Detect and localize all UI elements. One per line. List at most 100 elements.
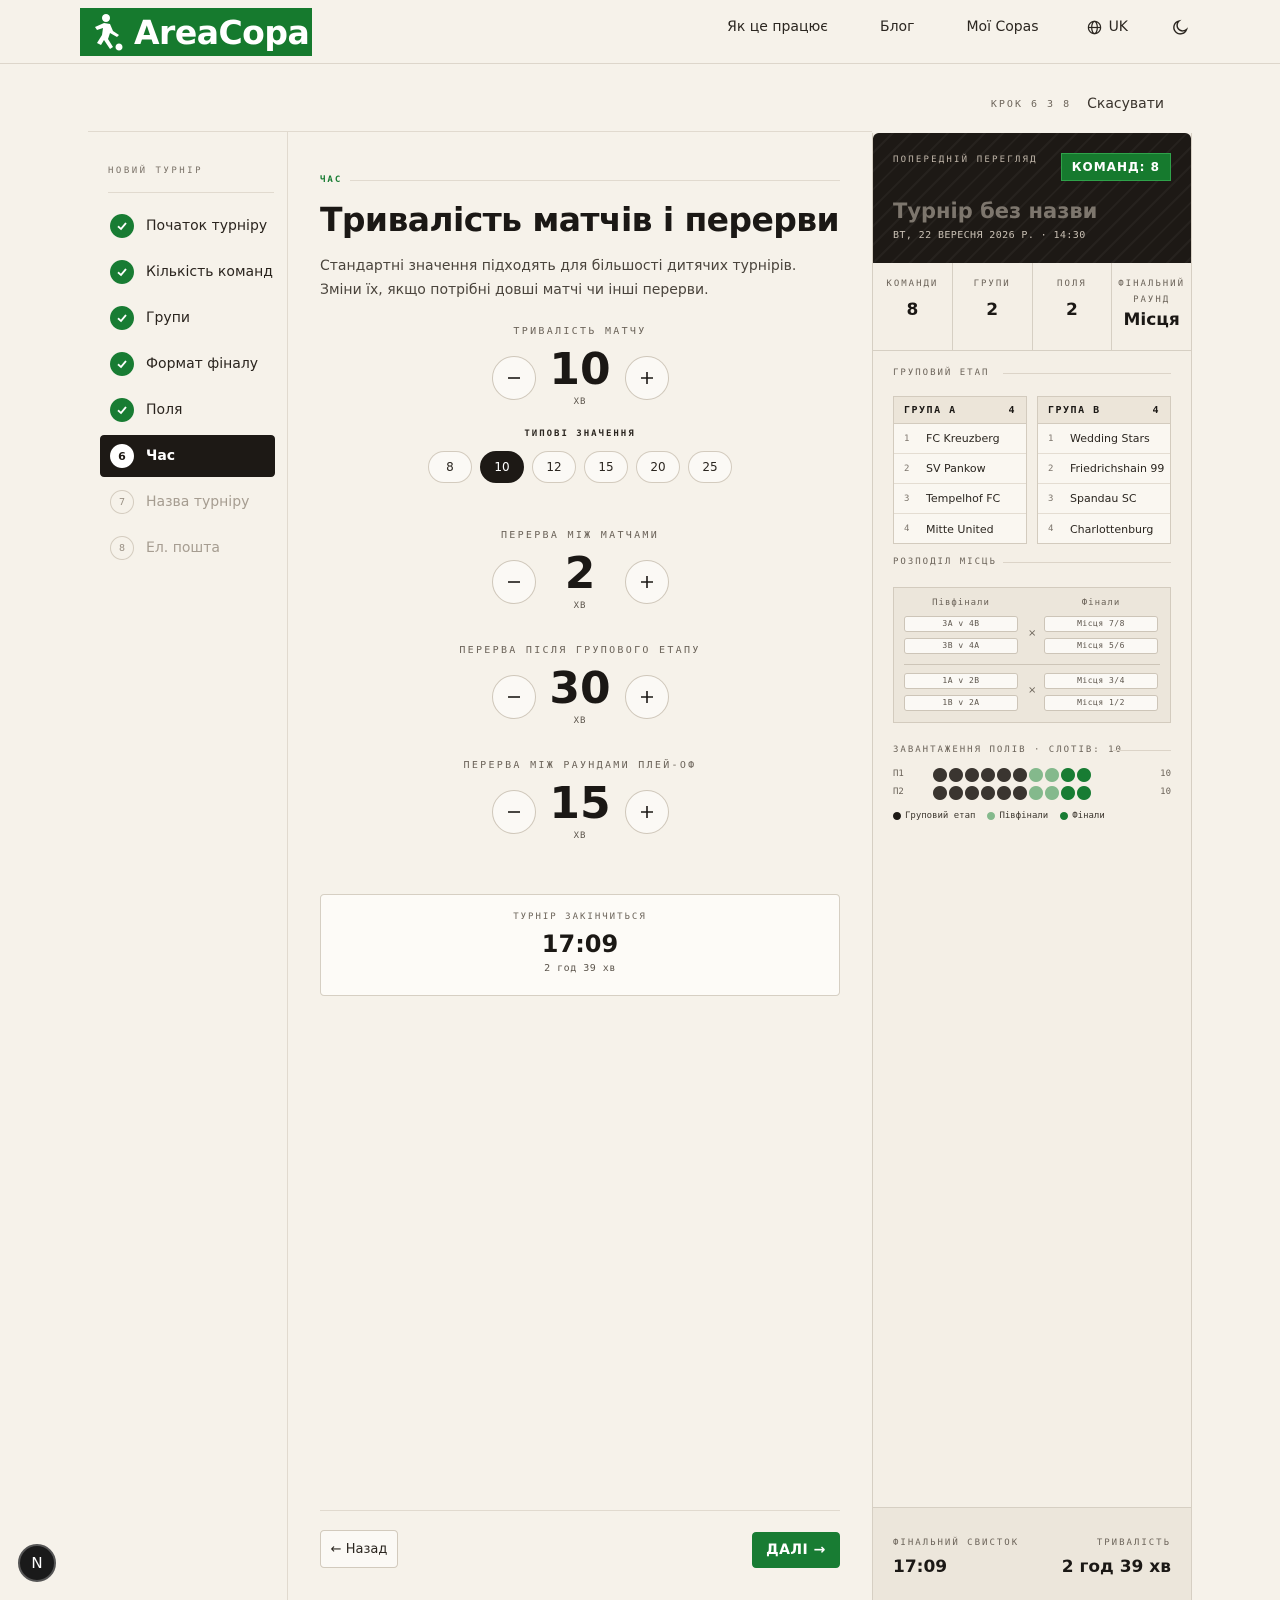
group-header: ГРУПА А 4 [894,397,1026,424]
legend-dot [987,812,996,820]
break-between-stepper: 2 ХВ [320,548,840,619]
step-item-final-format[interactable]: Формат фіналу [100,343,275,385]
final-match: Місця 3/4 [1044,673,1158,689]
break-after-group-increment-button[interactable] [625,675,669,719]
step-item-groups[interactable]: Групи [100,297,275,339]
field-row-1: П1 10 [893,768,1171,782]
field-name: П1 [893,769,904,779]
slot-legend: Груповий етап Півфінали Фінали [893,811,1105,821]
finish-label: ТУРНІР ЗАКІНЧИТЬСЯ [513,912,647,922]
break-after-group-value: 30 [549,663,611,714]
preset-chip-selected[interactable]: 10 [480,451,524,483]
match-duration-unit: ХВ [573,397,587,407]
preview-date: ВТ, 22 ВЕРЕСНЯ 2026 Р. · 14:30 [893,230,1086,241]
field-name: П2 [893,787,904,797]
match-duration-increment-button[interactable] [625,356,669,400]
vs-icon: × [1028,628,1037,639]
check-icon [110,352,134,376]
preset-chip[interactable]: 25 [688,451,732,483]
preset-chip[interactable]: 12 [532,451,576,483]
sidebar-title: НОВИЙ ТУРНІР [108,166,204,176]
break-after-group-label: ПЕРЕРВА ПІСЛЯ ГРУПОВОГО ЕТАПУ [459,645,701,656]
final-match: Місця 5/6 [1044,638,1158,654]
slot-dot-group [949,786,963,800]
preview-title: Турнір без назви [893,199,1098,223]
stat-label: КОМАНДИ [886,279,939,289]
step-counter: КРОК 6 З 8 [990,98,1072,110]
plus-icon [641,372,653,384]
step-number: 6 [110,444,134,468]
step-item-fields[interactable]: Поля [100,389,275,431]
footer-divider [320,1510,840,1511]
nav-my-copas[interactable]: Мої Copas [966,19,1038,35]
language-switcher[interactable]: UK [1087,19,1128,35]
slot-dot-group [1013,786,1027,800]
check-icon [110,306,134,330]
logo[interactable]: AreaCopa [80,8,312,56]
bracket-divider [904,664,1160,665]
step-item-start[interactable]: Початок турніру [100,205,275,247]
wizard-sidebar: НОВИЙ ТУРНІР Початок турніру Кількість к… [88,132,288,1600]
legend-finals: Фінали [1060,811,1105,821]
preview-footer: ФІНАЛЬНИЙ СВИСТОК 17:09 ТРИВАЛІСТЬ 2 год… [873,1507,1191,1600]
final-match: Місця 7/8 [1044,616,1158,632]
break-between-increment-button[interactable] [625,560,669,604]
legend-group: Груповий етап [893,811,975,821]
slot-dot-group [933,768,947,782]
step-label: Групи [146,310,190,326]
minus-icon [508,377,520,379]
preset-chip[interactable]: 20 [636,451,680,483]
minus-icon [508,581,520,583]
step-label: Кількість команд [146,264,273,280]
steps-list: Початок турніру Кількість команд Групи Ф… [100,205,275,573]
step-item-email[interactable]: 8 Ел. пошта [100,527,275,569]
back-button[interactable]: ← Назад [320,1530,398,1568]
section-divider [1003,562,1171,563]
dev-tools-button[interactable]: N [18,1544,56,1582]
team-row: 4 Charlottenburg [1048,522,1154,536]
team-row: 2 Friedrichshain 99 [1038,454,1170,484]
team-row: 4 Mitte United [904,522,994,536]
moon-icon[interactable] [1172,18,1190,36]
step-item-team-count[interactable]: Кількість команд [100,251,275,293]
stat-label: ПОЛЯ [1057,279,1087,289]
preset-chip[interactable]: 15 [584,451,628,483]
step-label: Час [146,448,176,464]
break-playoff-label: ПЕРЕРВА МІЖ РАУНДАМИ ПЛЕЙ-ОФ [463,760,697,771]
preset-list: 8 10 12 15 20 25 [320,451,840,483]
nav-blog[interactable]: Блог [880,19,914,35]
team-name: Mitte United [926,522,994,536]
presets-title: ТИПОВІ ЗНАЧЕННЯ [524,429,636,439]
stat-value: 2 [1065,300,1078,320]
placement-bracket: Півфінали Фінали 3A v 4B 3B v 4A Місця 7… [893,587,1171,723]
stat-final-round: ФІНАЛЬНИЙ РАУНД Місця [1112,263,1191,350]
team-row: 3 Tempelhof FC [894,484,1026,514]
slot-dot-final [1077,786,1091,800]
stat-label: ГРУПИ [973,279,1011,289]
final-match: Місця 1/2 [1044,695,1158,711]
break-playoff-block: ПЕРЕРВА МІЖ РАУНДАМИ ПЛЕЙ-ОФ 15 ХВ [320,760,840,849]
nav-how-it-works[interactable]: Як це працює [727,19,828,35]
team-row: 1 Wedding Stars [1038,424,1170,454]
step-item-time[interactable]: 6 Час [100,435,275,477]
step-number: 8 [110,536,134,560]
break-playoff-increment-button[interactable] [625,790,669,834]
next-button[interactable]: ДАЛІ → [752,1532,840,1568]
match-duration-value: 10 [549,344,611,395]
sidebar-divider [108,192,274,193]
step-label: Початок турніру [146,218,268,234]
stat-teams: КОМАНДИ 8 [873,263,953,350]
finish-duration: 2 год 39 хв [544,963,616,974]
step-item-tournament-name[interactable]: 7 Назва турніру [100,481,275,523]
match-duration-block: ТРИВАЛІСТЬ МАТЧУ 10 ХВ ТИПОВІ ЗНАЧЕННЯ 8… [320,326,840,483]
team-name: Tempelhof FC [926,492,1001,505]
cancel-link[interactable]: Скасувати [1087,96,1164,112]
globe-icon [1087,20,1101,34]
duration-label: ТРИВАЛІСТЬ [1096,1538,1171,1548]
stat-groups: ГРУПИ 2 [953,263,1033,350]
team-name: Wedding Stars [1070,432,1150,445]
check-icon [110,398,134,422]
preset-chip[interactable]: 8 [428,451,472,483]
match-duration-stepper: 10 ХВ [320,344,840,415]
preview-panel: ПОПЕРЕДНІЙ ПЕРЕГЛЯД КОМАНД: 8 Турнір без… [872,133,1192,1600]
